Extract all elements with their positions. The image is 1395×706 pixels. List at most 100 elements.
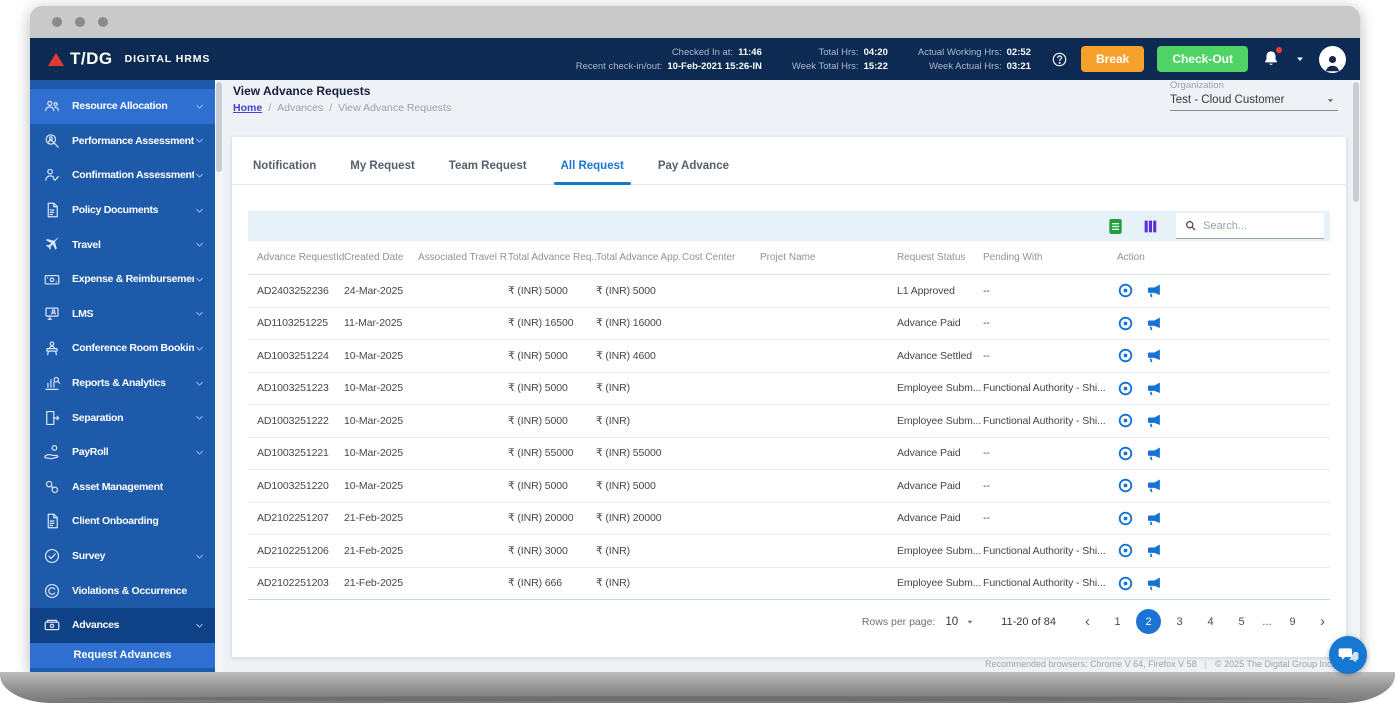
view-icon[interactable] — [1117, 477, 1134, 494]
tab-all-request[interactable]: All Request — [544, 149, 641, 185]
chat-fab-button[interactable] — [1329, 636, 1367, 674]
search-input[interactable] — [1203, 219, 1316, 232]
browser-window: T/DG DIGITAL HRMS Checked In at: 11:46 Rec… — [30, 6, 1360, 672]
sidebar-item-conference-room-booking[interactable]: Conference Room Booking — [30, 331, 215, 366]
table-body: AD2403252236 24-Mar-2025 ₹ (INR) 5000 ₹ (IN… — [232, 275, 1346, 600]
sidebar-item-expense-reimbursement[interactable]: Expense & Reimbursement — [30, 262, 215, 297]
cell: AD1003251223 — [257, 382, 329, 395]
announcement-icon[interactable] — [1145, 477, 1162, 494]
sidebar-item-survey[interactable]: Survey — [30, 539, 215, 574]
view-icon[interactable] — [1117, 445, 1134, 462]
page-button-2[interactable]: 2 — [1136, 609, 1161, 634]
next-page-button[interactable]: › — [1315, 614, 1330, 629]
announcement-icon[interactable] — [1145, 542, 1162, 559]
sidebar-item-label: Advances — [72, 619, 120, 632]
sidebar-item-asset-management[interactable]: Asset Management — [30, 470, 215, 505]
sidebar-subitem-request-advances[interactable]: Request Advances — [30, 642, 215, 668]
profile-caret-icon[interactable] — [1294, 53, 1306, 65]
column-header-pending-with: Pending With — [983, 252, 1043, 263]
sidebar-item-violations-occurrence[interactable]: Violations & Occurrence — [30, 573, 215, 608]
organization-select[interactable]: Organization Test - Cloud Customer — [1170, 80, 1338, 111]
travel-icon — [43, 236, 61, 254]
announcement-icon[interactable] — [1145, 445, 1162, 462]
organization-label: Organization — [1170, 80, 1224, 91]
break-button[interactable]: Break — [1080, 46, 1145, 72]
announcement-icon[interactable] — [1145, 510, 1162, 527]
footer-note: Recommended browsers: Chrome V 64, Firef… — [985, 659, 1334, 669]
breadcrumb-separator: / — [268, 102, 272, 114]
tab-team-request[interactable]: Team Request — [432, 149, 544, 184]
view-icon[interactable] — [1117, 380, 1134, 397]
announcement-icon[interactable] — [1145, 315, 1162, 332]
chevron-down-icon — [194, 135, 205, 146]
sidebar-scrollbar[interactable] — [215, 80, 223, 672]
cell: -- — [983, 317, 990, 330]
sidebar-item-advances[interactable]: Advances — [30, 607, 215, 643]
confirmation-assessment-icon — [43, 166, 61, 184]
view-icon[interactable] — [1117, 315, 1134, 332]
cell: ₹ (INR) 5000 — [508, 414, 568, 427]
export-excel-icon[interactable] — [1106, 217, 1125, 236]
cell: -- — [983, 479, 990, 492]
view-icon[interactable] — [1117, 542, 1134, 559]
sidebar-item-lms[interactable]: LMS — [30, 297, 215, 332]
sidebar-item-confirmation-assessment[interactable]: Confirmation Assessment — [30, 158, 215, 193]
cell: 10-Mar-2025 — [344, 414, 404, 427]
view-icon[interactable] — [1117, 347, 1134, 364]
sidebar-item-payroll[interactable]: PayRoll — [30, 435, 215, 470]
announcement-icon[interactable] — [1145, 412, 1162, 429]
sidebar-item-label: Expense & Reimbursement — [72, 273, 194, 286]
page-button-4[interactable]: 4 — [1198, 609, 1223, 634]
cell: 10-Mar-2025 — [344, 382, 404, 395]
rows-per-page-select[interactable]: 10 — [945, 616, 975, 628]
page-button-1[interactable]: 1 — [1105, 609, 1130, 634]
cell: AD1103251225 — [257, 317, 329, 330]
stat-value: 02:52 — [1006, 46, 1031, 58]
page-button-3[interactable]: 3 — [1167, 609, 1192, 634]
sidebar-item-travel[interactable]: Travel — [30, 227, 215, 262]
content-scrollbar[interactable] — [1352, 80, 1360, 672]
announcement-icon[interactable] — [1145, 347, 1162, 364]
breadcrumb-home-link[interactable]: Home — [233, 102, 262, 114]
column-header-request-status: Request Status — [897, 252, 966, 263]
brand-triangle-icon — [48, 52, 64, 66]
announcement-icon[interactable] — [1145, 380, 1162, 397]
cell: ₹ (INR) 20000 — [508, 512, 574, 525]
chevron-down-icon — [194, 551, 205, 562]
lms-icon — [43, 305, 61, 323]
sidebar-item-separation[interactable]: Separation — [30, 400, 215, 435]
view-icon[interactable] — [1117, 510, 1134, 527]
breadcrumb: Home / Advances / View Advance Requests — [233, 102, 451, 114]
tab-my-request[interactable]: My Request — [333, 149, 432, 184]
notification-badge — [1275, 46, 1283, 54]
sidebar-item-reports-analytics[interactable]: Reports & Analytics — [30, 366, 215, 401]
page-button-9[interactable]: 9 — [1280, 609, 1305, 634]
tab-pay-advance[interactable]: Pay Advance — [641, 149, 746, 184]
sidebar-item-performance-assessment[interactable]: Performance Assessment — [30, 124, 215, 159]
chevron-down-icon — [194, 343, 205, 354]
announcement-icon[interactable] — [1145, 575, 1162, 592]
table-toolbar — [248, 211, 1330, 241]
view-icon[interactable] — [1117, 412, 1134, 429]
cell: -- — [983, 284, 990, 297]
checkout-button[interactable]: Check-Out — [1157, 46, 1248, 72]
organization-value: Test - Cloud Customer — [1170, 94, 1285, 106]
search-box[interactable] — [1176, 213, 1324, 239]
announcement-icon[interactable] — [1145, 282, 1162, 299]
user-avatar[interactable] — [1319, 45, 1346, 73]
column-settings-icon[interactable] — [1141, 217, 1160, 236]
sidebar-item-resource-allocation[interactable]: Resource Allocation — [30, 89, 215, 124]
previous-page-button[interactable]: ‹ — [1080, 614, 1095, 629]
cell: Advance Settled — [897, 349, 972, 362]
page-button-5[interactable]: 5 — [1229, 609, 1254, 634]
sidebar-item-policy-documents[interactable]: Policy Documents — [30, 193, 215, 228]
tab-notification[interactable]: Notification — [236, 149, 333, 184]
timesheet-stats: Checked In at: 11:46 Recent check-in/out: 1… — [576, 47, 1031, 72]
sidebar-item-client-onboarding[interactable]: Client Onboarding — [30, 504, 215, 539]
notification-bell-icon[interactable] — [1261, 46, 1283, 69]
view-icon[interactable] — [1117, 575, 1134, 592]
view-icon[interactable] — [1117, 282, 1134, 299]
appbar-actions: Break Check-Out — [1051, 45, 1346, 73]
help-icon[interactable] — [1051, 51, 1068, 68]
column-header-associated-travel-r: Associated Travel R... — [418, 252, 508, 263]
